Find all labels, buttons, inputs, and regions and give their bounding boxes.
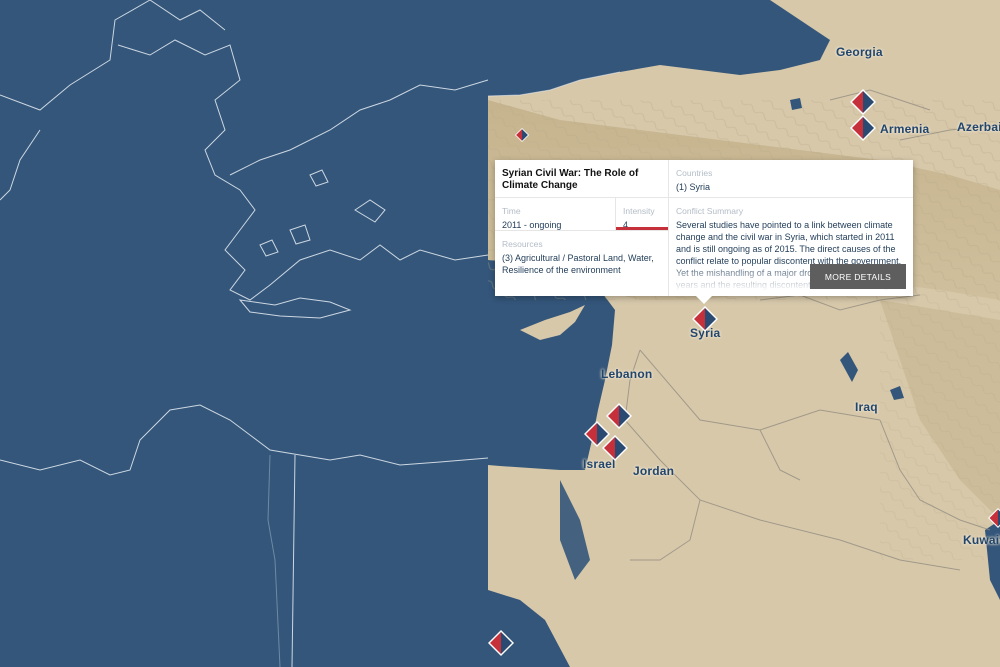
conflict-marker-armenia[interactable] (850, 115, 876, 141)
label-kuwait: Kuwait (963, 533, 1000, 547)
intensity-bar (616, 227, 668, 230)
conflict-popup: Syrian Civil War: The Role of Climate Ch… (495, 160, 913, 304)
label-armenia: Armenia (880, 122, 930, 136)
summary-label: Conflict Summary (676, 206, 744, 216)
label-azerbaijan: Azerbaij (957, 120, 1000, 134)
label-georgia: Georgia (836, 45, 883, 59)
conflict-marker-syria-selected[interactable] (692, 306, 718, 332)
label-iraq: Iraq (855, 400, 878, 414)
conflict-marker-icon (988, 508, 1000, 528)
conflict-marker-icon (488, 630, 514, 656)
countries-label: Countries (676, 168, 713, 178)
resources-label: Resources (502, 239, 543, 249)
popup-countries-cell: Countries (1) Syria (669, 160, 913, 198)
popup-title-cell: Syrian Civil War: The Role of Climate Ch… (495, 160, 669, 198)
popup-resources-cell: Resources (3) Agricultural / Pastoral La… (495, 231, 669, 296)
popup-time-cell: Time 2011 - ongoing (495, 198, 616, 231)
popup-title: Syrian Civil War: The Role of Climate Ch… (502, 168, 639, 191)
relief-land (488, 0, 1000, 667)
conflict-marker-kuwait[interactable] (988, 508, 1000, 528)
time-value: 2011 - ongoing (502, 220, 562, 230)
more-details-button[interactable]: MORE DETAILS (810, 264, 906, 289)
conflict-marker-icon (692, 306, 718, 332)
countries-value: (1) Syria (676, 182, 711, 192)
time-label: Time (502, 206, 521, 216)
conflict-marker-georgia[interactable] (850, 89, 876, 115)
conflict-marker-israel-east[interactable] (602, 435, 628, 461)
resources-value: (3) Agricultural / Pastoral Land, Water,… (502, 253, 654, 275)
popup-intensity-cell: Intensity 4 (616, 198, 669, 231)
conflict-marker-turkey-small[interactable] (515, 128, 529, 142)
intensity-label: Intensity (623, 206, 655, 216)
conflict-marker-egypt[interactable] (488, 630, 514, 656)
conflict-marker-icon (850, 89, 876, 115)
conflict-marker-icon (602, 435, 628, 461)
label-lebanon: Lebanon (601, 367, 653, 381)
conflict-marker-icon (515, 128, 529, 142)
conflict-marker-icon (850, 115, 876, 141)
popup-pointer (696, 296, 712, 304)
label-jordan: Jordan (633, 464, 675, 478)
